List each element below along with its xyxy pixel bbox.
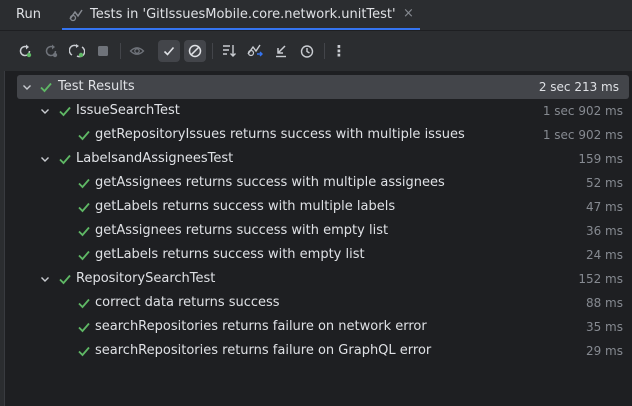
test-history-icon[interactable]	[296, 40, 318, 62]
chevron-down-icon[interactable]	[39, 153, 51, 165]
duration: 24 ms	[585, 248, 623, 262]
close-tab-icon[interactable]: ×	[403, 6, 414, 21]
tree-row-test[interactable]: searchRepositories returns failure on ne…	[17, 315, 632, 339]
test-run-icon	[68, 8, 84, 22]
tree-row-label: searchRepositories returns failure on Gr…	[95, 343, 432, 358]
duration: 1 sec 902 ms	[542, 128, 623, 142]
duration: 159 ms	[578, 152, 623, 166]
duration: 35 ms	[585, 320, 623, 334]
passed-check-icon	[59, 154, 71, 165]
toolbar-divider	[212, 43, 213, 59]
tree-row-label: getAssignees returns success with empty …	[95, 223, 389, 238]
tree-row-label: RepositorySearchTest	[76, 271, 216, 286]
tree-row-label: getLabels returns success with empty lis…	[95, 247, 365, 262]
tree-row-label: getRepositoryIssues returns success with…	[95, 127, 465, 142]
tree-row-label: IssueSearchTest	[76, 103, 180, 118]
passed-check-icon	[78, 250, 90, 261]
rerun-failed-icon[interactable]	[40, 40, 62, 62]
passed-check-icon	[78, 346, 90, 357]
tree-row-test-results[interactable]: Test Results 2 sec 213 ms	[17, 75, 629, 99]
collapse-all-icon[interactable]	[270, 40, 292, 62]
tree-row-test[interactable]: searchRepositories returns failure on Gr…	[17, 339, 632, 363]
passed-check-icon	[78, 202, 90, 213]
tree-row-label: correct data returns success	[95, 295, 280, 310]
toolbar-divider	[120, 43, 121, 59]
duration: 52 ms	[585, 176, 623, 190]
run-tool-window-title: Run	[16, 7, 41, 22]
tree-row-test[interactable]: correct data returns success 88 ms	[17, 291, 632, 315]
more-options-icon[interactable]: ⋮	[328, 40, 350, 62]
import-tests-icon[interactable]	[244, 40, 266, 62]
tree-row-label: LabelsandAssigneesTest	[76, 151, 234, 166]
passed-check-icon	[78, 178, 90, 189]
chevron-down-icon[interactable]	[21, 81, 33, 93]
passed-check-icon	[59, 274, 71, 285]
passed-check-icon	[59, 106, 71, 117]
tree-row-labels-assignees-test[interactable]: LabelsandAssigneesTest 159 ms	[17, 147, 632, 171]
duration: 47 ms	[585, 200, 623, 214]
duration: 152 ms	[578, 272, 623, 286]
test-results-tree: Test Results 2 sec 213 ms IssueSearchTes…	[4, 71, 632, 406]
tree-row-test[interactable]: getRepositoryIssues returns success with…	[17, 123, 632, 147]
tree-row-test[interactable]: getLabels returns success with multiple …	[17, 195, 632, 219]
duration: 88 ms	[585, 296, 623, 310]
passed-check-icon	[78, 322, 90, 333]
tree-row-label: getAssignees returns success with multip…	[95, 175, 445, 190]
duration: 2 sec 213 ms	[538, 80, 619, 94]
tree-row-label: Test Results	[58, 79, 135, 94]
passed-check-icon	[40, 82, 52, 93]
duration: 29 ms	[585, 344, 623, 358]
stop-icon[interactable]	[92, 40, 114, 62]
toggle-auto-test-icon[interactable]	[66, 40, 88, 62]
duration: 1 sec 902 ms	[542, 104, 623, 118]
passed-check-icon	[78, 298, 90, 309]
tree-row-issue-search-test[interactable]: IssueSearchTest 1 sec 902 ms	[17, 99, 632, 123]
chevron-down-icon[interactable]	[39, 273, 51, 285]
tab-tests[interactable]: Tests in 'GitIssuesMobile.core.network.u…	[62, 0, 420, 30]
tree-row-label: searchRepositories returns failure on ne…	[95, 319, 427, 334]
rerun-icon[interactable]	[14, 40, 36, 62]
test-toolbar: ⋮	[0, 31, 632, 71]
tab-title: Tests in 'GitIssuesMobile.core.network.u…	[90, 7, 396, 22]
chevron-down-icon[interactable]	[39, 105, 51, 117]
toolbar-divider	[324, 43, 325, 59]
show-passed-eye-icon[interactable]	[126, 40, 148, 62]
passed-check-icon	[78, 226, 90, 237]
passed-check-icon	[78, 130, 90, 141]
sort-alphabetically-icon[interactable]	[218, 40, 240, 62]
show-ignored-icon[interactable]	[184, 40, 206, 62]
tool-window-header: Run Tests in 'GitIssuesMobile.core.netwo…	[0, 0, 632, 31]
duration: 36 ms	[585, 224, 623, 238]
tree-row-test[interactable]: getLabels returns success with empty lis…	[17, 243, 632, 267]
tree-row-test[interactable]: getAssignees returns success with empty …	[17, 219, 632, 243]
tree-row-repository-search-test[interactable]: RepositorySearchTest 152 ms	[17, 267, 632, 291]
tree-row-label: getLabels returns success with multiple …	[95, 199, 396, 214]
tree-row-test[interactable]: getAssignees returns success with multip…	[17, 171, 632, 195]
show-passed-check-icon[interactable]	[158, 40, 180, 62]
